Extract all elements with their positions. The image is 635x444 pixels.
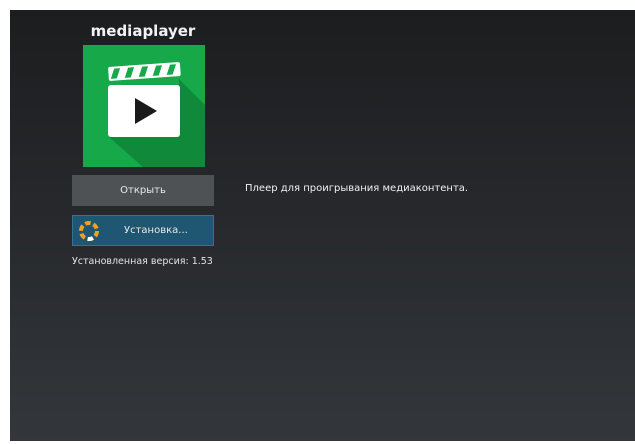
loading-spinner-icon [78,220,100,242]
open-button-label: Открыть [120,185,166,196]
app-details-screen: mediaplayer Открыть Установка... Установ… [10,10,635,441]
app-name: mediaplayer [90,22,196,40]
open-button[interactable]: Открыть [72,175,214,206]
install-button-label: Установка... [124,225,188,236]
install-button[interactable]: Установка... [72,215,214,246]
installed-version: Установленная версия: 1.53 [72,256,213,267]
app-description: Плеер для проигрывания медиаконтента. [245,183,469,194]
clapperboard-play-icon [83,45,205,167]
